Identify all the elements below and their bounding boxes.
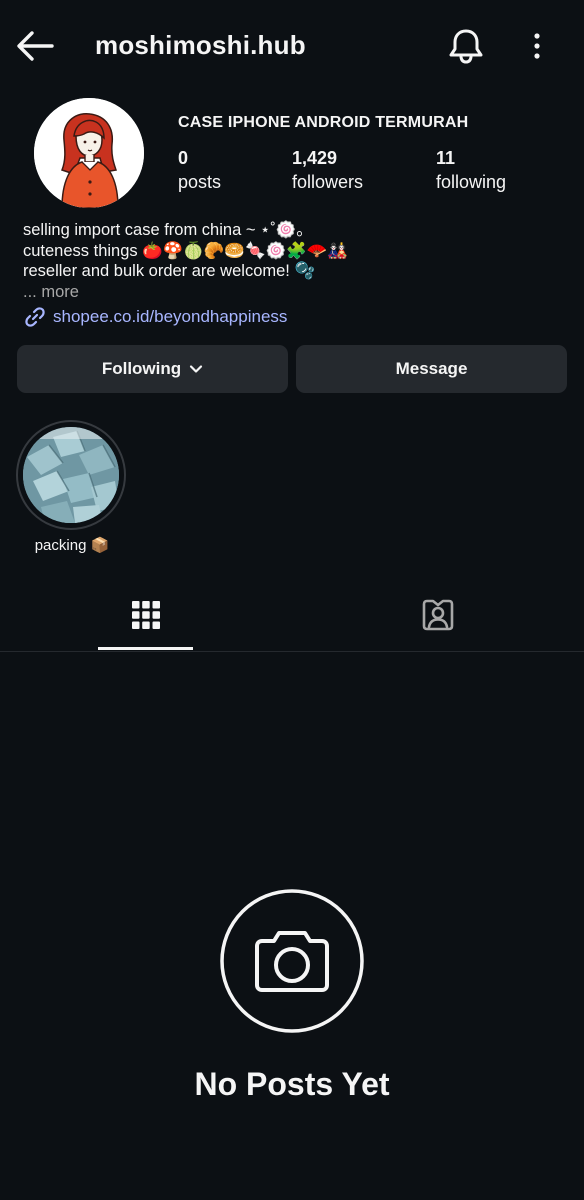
chevron-down-icon [190,365,203,373]
followers-count-value: 1,429 [292,148,338,168]
back-button[interactable] [14,28,56,64]
following-button[interactable]: Following [17,345,288,393]
posts-count: 0 posts [178,148,221,193]
followers-count-label: followers [292,172,364,192]
posts-count-value: 0 [178,148,189,168]
following-button-label: Following [101,359,182,378]
active-tab-indicator [98,647,193,650]
profile-username: moshimoshi.hub [95,30,306,60]
tab-tagged[interactable] [390,582,485,648]
highlight-cover-image [23,427,119,523]
following-count[interactable]: 11 following [436,148,506,193]
bio-more-link[interactable]: ... more [23,282,563,303]
tab-posts-grid[interactable] [98,582,193,648]
story-highlight[interactable]: packing 📦 [16,420,128,554]
profile-display-name: CASE IPHONE ANDROID TERMURAH [178,114,469,131]
more-vertical-icon [534,33,540,59]
camera-icon [220,889,364,1033]
avatar-illustration [34,98,144,208]
empty-state-camera [220,889,364,1033]
tagged-icon [422,599,453,631]
posts-count-label: posts [178,172,222,192]
profile-bio: selling import case from china ~ ⋆˚🍥｡ cu… [23,220,563,302]
bell-icon [449,29,483,64]
highlight-label: packing 📦 [34,537,110,554]
profile-website-text: shopee.co.id/beyondhappiness [53,307,288,326]
options-menu-button[interactable] [524,30,550,64]
bio-line: reseller and bulk order are welcome! 🫧 [23,262,316,280]
empty-state-title: No Posts Yet [194,1066,390,1102]
followers-count[interactable]: 1,429 followers [292,148,363,193]
profile-tabs [0,582,584,652]
profile-website-link[interactable]: shopee.co.id/beyondhappiness [23,305,287,329]
message-button[interactable]: Message [296,345,567,393]
grid-icon [131,601,160,629]
following-count-label: following [436,172,507,192]
top-bar: moshimoshi.hub [0,0,584,92]
following-count-value: 11 [436,148,456,168]
highlight-ring [16,420,126,530]
message-button-label: Message [395,359,468,378]
bio-line: selling import case from china ~ ⋆˚🍥｡ [23,221,305,239]
arrow-left-icon [17,31,54,61]
profile-avatar[interactable] [34,98,144,208]
notifications-button[interactable] [446,26,486,66]
bio-line: cuteness things 🍅🍄🍈🥐🥯🍬🍥🧩🪭🎎 [23,241,348,260]
link-icon [25,307,45,327]
